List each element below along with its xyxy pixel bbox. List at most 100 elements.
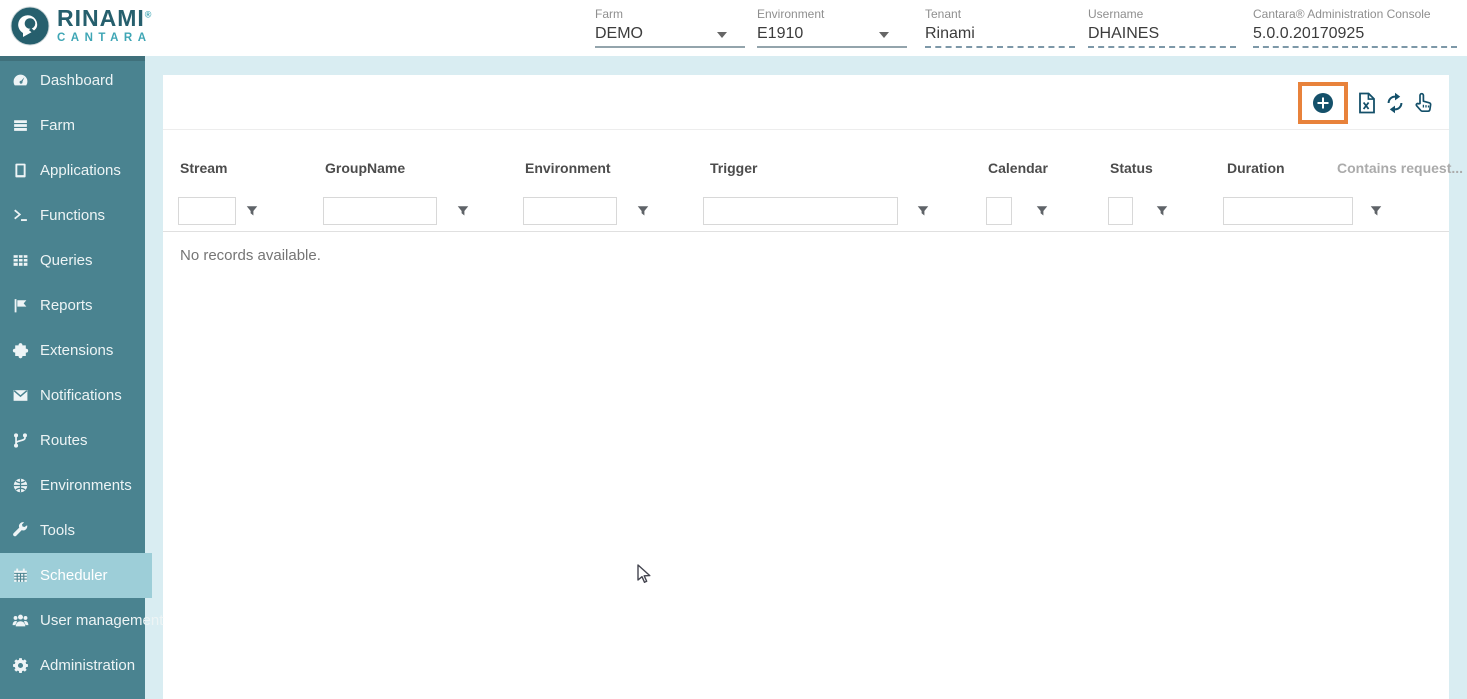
tenant-field[interactable]: Tenant Rinami: [925, 7, 1075, 48]
sidebar-item-label: Farm: [40, 117, 75, 134]
environment-field[interactable]: Environment E1910: [757, 7, 907, 48]
field-label: Cantara® Administration Console: [1253, 7, 1457, 21]
hand-pointer-icon: [1411, 91, 1435, 115]
sidebar-item-label: Functions: [40, 207, 105, 224]
queries-icon: [12, 252, 29, 269]
farm-field[interactable]: Farm DEMO: [595, 7, 745, 48]
field-value: Rinami: [925, 25, 1075, 43]
grid-body: No records available.: [163, 232, 1449, 264]
add-button[interactable]: [1298, 82, 1348, 124]
version-field[interactable]: Cantara® Administration Console 5.0.0.20…: [1253, 7, 1457, 48]
filter-input[interactable]: [986, 197, 1012, 225]
sidebar-item-farm[interactable]: Farm: [0, 103, 145, 148]
dashboard-icon: [12, 72, 29, 89]
sidebar-item-reports[interactable]: Reports: [0, 283, 145, 328]
sidebar-item-label: Extensions: [40, 342, 113, 359]
sidebar-item-notifications[interactable]: Notifications: [0, 373, 145, 418]
sidebar-item-label: Dashboard: [40, 72, 113, 89]
empty-records-message: No records available.: [180, 247, 1449, 264]
filter-input[interactable]: [703, 197, 898, 225]
sidebar-item-label: Reports: [40, 297, 93, 314]
sidebar-item-label: Tools: [40, 522, 75, 539]
content-area: Stream GroupName Environment Trigger Cal…: [145, 56, 1467, 699]
scheduler-icon: [12, 567, 29, 584]
rinami-cantara-logo[interactable]: RINAMI® CANTARA: [10, 6, 152, 46]
sidebar-item-label: User management: [40, 612, 163, 629]
sidebar-item-applications[interactable]: Applications: [0, 148, 145, 193]
filter-funnel-icon[interactable]: [245, 204, 259, 221]
filter-input[interactable]: [1108, 197, 1133, 225]
column-header: Duration: [1227, 160, 1285, 176]
rinami-logo-icon: [10, 6, 50, 46]
filter-input[interactable]: [178, 197, 236, 225]
environments-icon: [12, 477, 29, 494]
field-label: Tenant: [925, 7, 1075, 21]
column-header: Trigger: [710, 160, 757, 176]
notifications-icon: [12, 387, 29, 404]
filter-funnel-icon[interactable]: [456, 204, 470, 221]
sidebar-item-dashboard[interactable]: Dashboard: [0, 58, 145, 103]
sidebar-item-functions[interactable]: Functions: [0, 193, 145, 238]
logo-sub-brand: CANTARA: [57, 33, 152, 45]
field-value: 5.0.0.20170925: [1253, 25, 1457, 43]
sidebar-item-label: Routes: [40, 432, 88, 449]
registered-mark: ®: [145, 10, 153, 20]
logo-brand: RINAMI®: [57, 7, 152, 30]
extensions-icon: [12, 342, 29, 359]
sidebar-item-label: Administration: [40, 657, 135, 674]
filter-funnel-icon[interactable]: [916, 204, 930, 221]
grid-toolbar: [1298, 82, 1435, 124]
sidebar-item-scheduler[interactable]: Scheduler: [0, 553, 152, 598]
field-value: DHAINES: [1088, 25, 1236, 43]
filter-input[interactable]: [323, 197, 437, 225]
tab-bar: [163, 75, 1449, 130]
sidebar-item-routes[interactable]: Routes: [0, 418, 145, 463]
grid-filter-header: Stream GroupName Environment Trigger Cal…: [163, 130, 1449, 232]
sidebar-item-label: Scheduler: [40, 567, 108, 584]
farm-icon: [12, 117, 29, 134]
applications-icon: [12, 162, 29, 179]
filter-funnel-icon[interactable]: [1035, 204, 1049, 221]
field-label: Farm: [595, 7, 745, 21]
field-label: Environment: [757, 7, 907, 21]
scheduler-panel: Stream GroupName Environment Trigger Cal…: [163, 75, 1449, 699]
chevron-down-icon: [717, 32, 727, 38]
username-field[interactable]: Username DHAINES: [1088, 7, 1236, 48]
export-excel-button[interactable]: [1355, 91, 1379, 115]
sidebar-item-label: Queries: [40, 252, 93, 269]
functions-icon: [12, 207, 29, 224]
sidebar-item-environments[interactable]: Environments: [0, 463, 145, 508]
column-header: Calendar: [988, 160, 1048, 176]
sidebar-item-tools[interactable]: Tools: [0, 508, 145, 553]
sidebar-item-user-management[interactable]: User management: [0, 598, 145, 643]
filter-input[interactable]: [523, 197, 617, 225]
administration-icon: [12, 657, 29, 674]
chevron-down-icon: [879, 32, 889, 38]
refresh-button[interactable]: [1383, 91, 1407, 115]
hand-pointer-button[interactable]: [1411, 91, 1435, 115]
filter-input[interactable]: [1223, 197, 1353, 225]
plus-circle-icon: [1311, 91, 1335, 115]
column-header: Contains request...: [1337, 160, 1463, 176]
tools-icon: [12, 522, 29, 539]
reports-icon: [12, 297, 29, 314]
sidebar-item-label: Environments: [40, 477, 132, 494]
routes-icon: [12, 432, 29, 449]
sidebar-item-label: Applications: [40, 162, 121, 179]
filter-funnel-icon[interactable]: [636, 204, 650, 221]
column-header: Stream: [180, 160, 227, 176]
sidebar-item-extensions[interactable]: Extensions: [0, 328, 145, 373]
column-header: Status: [1110, 160, 1153, 176]
excel-file-icon: [1355, 91, 1379, 115]
filter-funnel-icon[interactable]: [1155, 204, 1169, 221]
app-header: RINAMI® CANTARA Farm DEMO Environment E1…: [0, 0, 1467, 56]
column-header: GroupName: [325, 160, 405, 176]
sidebar-item-queries[interactable]: Queries: [0, 238, 145, 283]
sidebar-item-administration[interactable]: Administration: [0, 643, 145, 688]
sidebar-item-label: Notifications: [40, 387, 122, 404]
users-icon: [12, 612, 29, 629]
field-label: Username: [1088, 7, 1236, 21]
refresh-icon: [1383, 91, 1407, 115]
filter-funnel-icon[interactable]: [1369, 204, 1383, 221]
column-header: Environment: [525, 160, 611, 176]
